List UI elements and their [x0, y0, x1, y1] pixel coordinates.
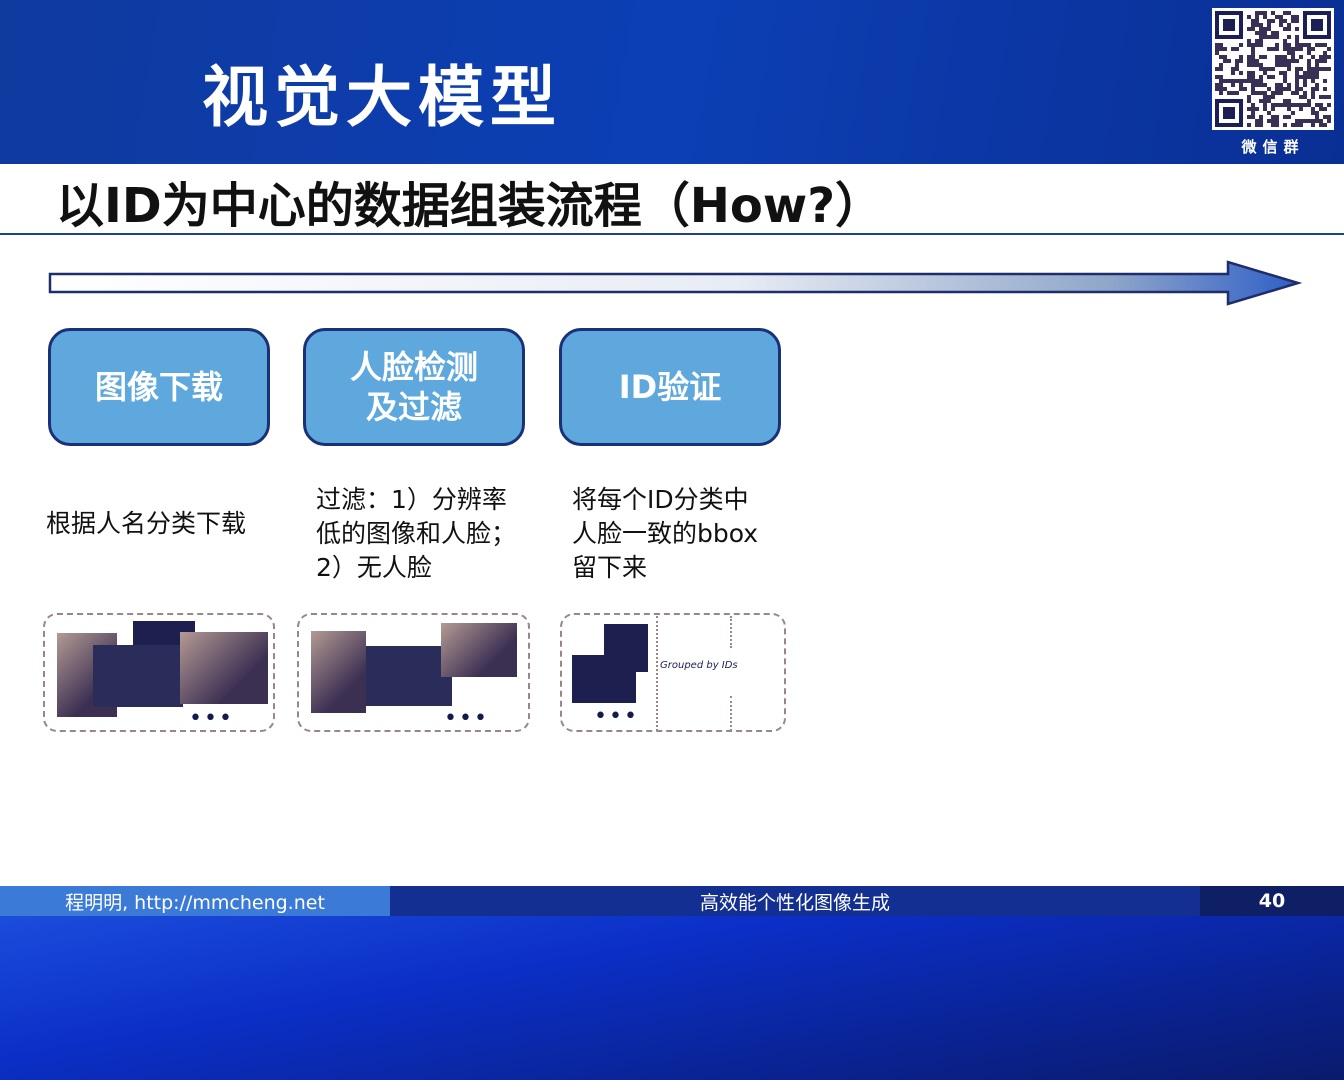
- grouped-by-ids-label: Grouped by IDs: [660, 660, 738, 671]
- photo-thumbnail: [180, 632, 268, 704]
- process-arrow-icon: [48, 260, 1303, 306]
- step-desc-detection: 过滤：1）分辨率 低的图像和人脸； 2）无人脸: [316, 485, 517, 582]
- ellipsis: •••: [189, 706, 234, 731]
- photo-thumbnail: [311, 631, 366, 713]
- qr-label: 微信群: [1241, 138, 1305, 156]
- divider: [730, 616, 732, 648]
- footer-author: 程明明, http://mmcheng.net: [0, 886, 390, 916]
- divider: [730, 696, 732, 731]
- slide-subtitle: 以ID为中心的数据组装流程（How?）: [56, 178, 884, 234]
- qr-code: [1212, 8, 1334, 130]
- page-number: 40: [1200, 886, 1344, 916]
- photo-thumbnail: [366, 646, 452, 706]
- photo-thumbnail: [441, 623, 517, 677]
- photo-thumbnail: [572, 655, 636, 703]
- slide-section-title: 视觉大模型: [202, 59, 562, 136]
- divider: [0, 233, 1344, 235]
- divider: [656, 616, 658, 731]
- footer-bar: 程明明, http://mmcheng.net 高效能个性化图像生成 40: [0, 886, 1344, 916]
- ellipsis: •••: [444, 706, 489, 731]
- ellipsis: •••: [594, 704, 639, 729]
- step-desc-download: 根据人名分类下载: [46, 509, 247, 538]
- step-image-download: 图像下载: [48, 328, 270, 446]
- step-desc-verification: 将每个ID分类中 人脸一致的bbox 留下来: [572, 485, 759, 582]
- photo-thumbnail: [93, 645, 183, 707]
- step-face-detection: 人脸检测 及过滤: [303, 328, 525, 446]
- step-id-verification: ID验证: [559, 328, 781, 446]
- footer-talk-title: 高效能个性化图像生成: [390, 886, 1200, 916]
